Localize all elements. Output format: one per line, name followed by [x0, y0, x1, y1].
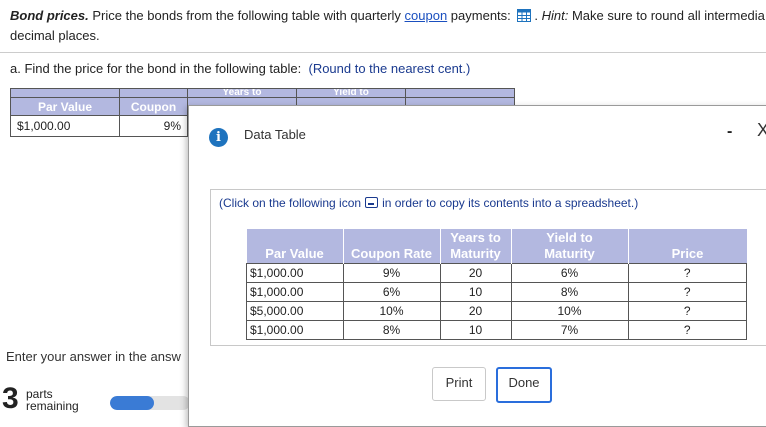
- table-header-2: Years to Maturity: [439, 229, 511, 264]
- problem-text: Price the bonds from the following table…: [88, 8, 405, 23]
- table-header-4: Price: [627, 229, 747, 264]
- problem-text-2: payments:: [447, 8, 515, 23]
- table-cell: 20: [439, 263, 512, 283]
- table-cell: ?: [627, 320, 747, 340]
- progress-bar: [110, 396, 190, 410]
- header-line1: Years to: [450, 230, 501, 245]
- table-cell: 10: [439, 282, 512, 302]
- table-row: $1,000.00 8% 10 7%?: [246, 320, 747, 340]
- parts-count: 3: [2, 382, 19, 415]
- table-header-3: Yield to Maturity: [510, 229, 628, 264]
- done-button[interactable]: Done: [496, 367, 552, 403]
- data-table-dialog: i Data Table - X (Click on the following…: [188, 105, 766, 427]
- data-table: Par Value Coupon Rate Years to Maturity Yiel…: [246, 229, 747, 340]
- problem-line-2: decimal places.: [10, 28, 100, 43]
- header-line2: Par Value: [265, 246, 324, 261]
- table-cell: $1,000.00: [246, 320, 344, 340]
- table-header-0: Par Value: [246, 229, 343, 264]
- table-cell: 8%: [342, 320, 441, 340]
- header-line1: Yield to: [546, 230, 593, 245]
- copy-instruction: (Click on the following icon in order to …: [219, 196, 639, 210]
- problem-statement: Bond prices. Price the bonds from the fo…: [10, 6, 766, 46]
- part-a-instruction: (Round to the nearest cent.): [308, 61, 471, 76]
- table-cell: 6%: [342, 282, 441, 302]
- header-line2: Price: [671, 246, 704, 261]
- bg-cell-coupon: 9%: [119, 115, 188, 137]
- table-cell: $5,000.00: [246, 301, 344, 321]
- table-row: $1,000.00 9% 20 6%?: [246, 263, 747, 283]
- table-cell: 9%: [342, 263, 441, 283]
- divider: [0, 52, 766, 53]
- copy-icon[interactable]: [365, 197, 379, 208]
- part-a-prompt: a. Find the price for the bond in the fo…: [10, 61, 470, 76]
- print-button[interactable]: Print: [432, 367, 486, 401]
- header-line2: Coupon Rate: [351, 246, 432, 261]
- table-cell: 7%: [510, 320, 629, 340]
- header-line2: Maturity: [544, 246, 595, 261]
- minimize-icon[interactable]: -: [727, 124, 741, 140]
- table-cell: 10%: [342, 301, 441, 321]
- progress-fill: [110, 396, 154, 410]
- bg-header-years: Years to: [187, 88, 297, 98]
- problem-title: Bond prices.: [10, 8, 89, 23]
- table-cell: ?: [627, 263, 747, 283]
- table-grid-icon[interactable]: [517, 9, 532, 22]
- bg-header-coupon: Coupon: [119, 97, 188, 116]
- bg-header-yield: Yield to: [296, 88, 406, 98]
- coupon-link[interactable]: coupon: [405, 8, 448, 23]
- dialog-title: Data Table: [244, 127, 306, 142]
- table-cell: 20: [439, 301, 512, 321]
- enter-answer-text: Enter your answer in the answ: [6, 349, 181, 364]
- hint-label: Hint:: [541, 8, 569, 23]
- table-row: $5,000.00 10% 20 10%?: [246, 301, 747, 321]
- table-row: $1,000.00 6% 10 8%?: [246, 282, 747, 302]
- table-cell: 8%: [510, 282, 629, 302]
- table-header-1: Coupon Rate: [342, 229, 440, 264]
- table-cell: 10%: [510, 301, 629, 321]
- data-table-panel: (Click on the following icon in order to …: [210, 189, 766, 346]
- table-cell: ?: [627, 301, 747, 321]
- table-cell: $1,000.00: [246, 282, 344, 302]
- bg-cell-par: $1,000.00: [10, 115, 120, 137]
- table-cell: ?: [627, 282, 747, 302]
- bg-header-par: Par Value: [10, 97, 120, 116]
- info-icon: i: [209, 128, 228, 147]
- close-icon[interactable]: X: [757, 120, 766, 141]
- hint-text: Make sure to round all intermedia: [568, 8, 765, 23]
- table-cell: $1,000.00: [246, 263, 344, 283]
- table-cell: 6%: [510, 263, 629, 283]
- part-a-label: a. Find the price for the bond in the fo…: [10, 61, 302, 76]
- table-cell: 10: [439, 320, 512, 340]
- remaining-label: remaining: [26, 399, 79, 413]
- header-line2: Maturity: [450, 246, 501, 261]
